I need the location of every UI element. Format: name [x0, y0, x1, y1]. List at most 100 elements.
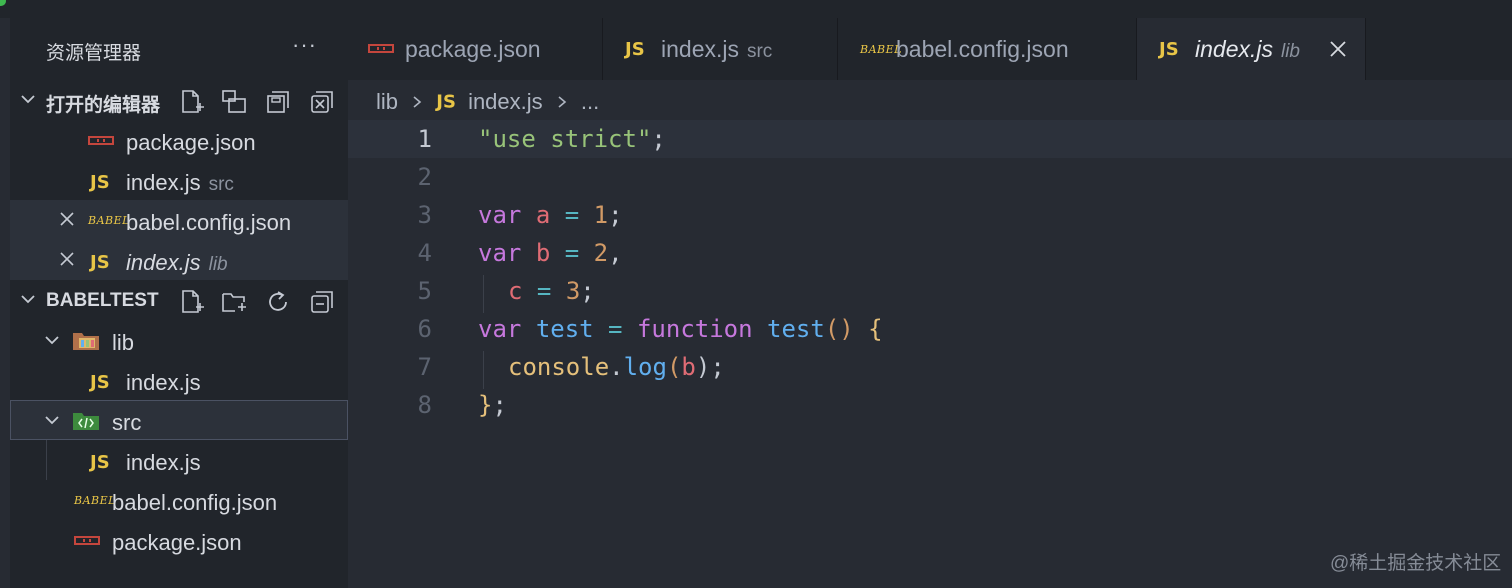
line-number: 7	[417, 353, 432, 381]
tab-description: lib	[1280, 41, 1300, 62]
tab-label: index.js	[1195, 36, 1273, 62]
code-token: ;	[580, 277, 595, 305]
close-all-editors-icon[interactable]	[308, 88, 336, 116]
tab-label: index.js	[661, 36, 739, 62]
line-number: 5	[417, 277, 432, 305]
code-token: );	[695, 353, 725, 381]
tab-index-js-src[interactable]: JS index.js src	[603, 18, 838, 80]
code-token: a	[535, 201, 551, 229]
project-label: BABELTEST	[46, 290, 159, 311]
tree-folder-lib[interactable]: lib	[10, 320, 348, 360]
open-editor-item-active[interactable]: JS index.js lib	[10, 240, 348, 280]
editor-tab-bar: package.json JS index.js src BABEL babel.…	[348, 18, 1512, 80]
tree-label: package.json	[112, 530, 242, 555]
code-token: =	[593, 315, 637, 343]
open-editor-label: package.json	[126, 130, 256, 155]
close-icon[interactable]	[58, 250, 76, 268]
line-number: 4	[417, 239, 432, 267]
code-token: c	[508, 277, 523, 305]
code-token: test	[535, 315, 594, 343]
more-actions-button[interactable]: ···	[292, 32, 317, 58]
explorer-header: 资源管理器 ···	[10, 18, 348, 80]
tab-index-js-lib-active[interactable]: JS index.js lib	[1137, 18, 1366, 80]
code-token: ,	[608, 239, 623, 267]
code-line[interactable]: 5 c = 3;	[348, 272, 1512, 310]
open-editor-item[interactable]: BABEL babel.config.json	[10, 200, 348, 240]
toggle-layout-icon[interactable]	[220, 88, 248, 116]
tree-file[interactable]: JS index.js	[10, 440, 348, 480]
new-file-icon[interactable]	[178, 288, 206, 316]
code-token: 2	[593, 239, 609, 267]
code-editor[interactable]: 1 "use strict"; 2 3 var a = 1; 4 var b =…	[348, 118, 1512, 588]
project-section[interactable]: BABELTEST	[10, 280, 348, 320]
code-line[interactable]: 1 "use strict";	[348, 120, 1512, 158]
code-token: =	[550, 239, 594, 267]
save-all-icon[interactable]	[264, 88, 292, 116]
line-number: 6	[417, 315, 432, 343]
breadcrumb: lib JS index.js ...	[376, 88, 599, 115]
tab-label: package.json	[405, 36, 541, 62]
chevron-down-icon	[21, 295, 35, 304]
code-line[interactable]: 7 console.log(b);	[348, 348, 1512, 386]
code-token: }	[478, 391, 493, 419]
collapse-all-icon[interactable]	[308, 288, 336, 316]
new-folder-icon[interactable]	[220, 288, 248, 316]
tree-label: babel.config.json	[112, 490, 278, 515]
npm-icon	[88, 136, 114, 145]
js-file-icon: JS	[436, 91, 456, 113]
code-token: var	[478, 315, 522, 343]
tree-label: index.js	[126, 450, 201, 475]
chevron-down-icon	[45, 336, 59, 345]
tree-label: src	[112, 410, 142, 435]
js-file-icon: JS	[90, 252, 110, 273]
babel-icon: BABEL	[88, 214, 130, 227]
line-number: 2	[417, 163, 432, 191]
code-token: b	[681, 353, 696, 381]
code-line[interactable]: 3 var a = 1;	[348, 196, 1512, 234]
tree-label: index.js	[126, 370, 201, 395]
tree-file[interactable]: package.json	[10, 520, 348, 560]
tree-file[interactable]: BABEL babel.config.json	[10, 480, 348, 520]
open-editors-section[interactable]: 打开的编辑器	[10, 80, 348, 120]
breadcrumb-file[interactable]: index.js	[468, 89, 543, 114]
code-line[interactable]: 2	[348, 158, 1512, 196]
new-untitled-file-icon[interactable]	[178, 88, 206, 116]
code-line[interactable]: 4 var b = 2,	[348, 234, 1512, 272]
tree-folder-src[interactable]: src	[10, 400, 348, 440]
breadcrumb-folder[interactable]: lib	[376, 89, 398, 114]
code-token: b	[535, 239, 551, 267]
code-token: ;	[492, 391, 507, 419]
code-token: var	[478, 201, 522, 229]
code-token: var	[478, 239, 522, 267]
code-line[interactable]: 6 var test = function test() {	[348, 310, 1512, 348]
code-token: 3	[565, 277, 581, 305]
chevron-right-icon	[413, 96, 422, 108]
explorer-title: 资源管理器	[46, 43, 142, 64]
code-token: ()	[824, 315, 854, 343]
code-line[interactable]: 8 };	[348, 386, 1512, 424]
code-token: =	[550, 201, 594, 229]
breadcrumb-symbols[interactable]: ...	[581, 89, 599, 114]
folder-lib-icon	[73, 333, 99, 350]
js-file-icon: JS	[90, 372, 110, 393]
close-icon[interactable]	[58, 210, 76, 228]
tab-label: babel.config.json	[896, 36, 1069, 62]
open-editor-item[interactable]: package.json	[10, 120, 348, 160]
line-number: 1	[417, 125, 432, 153]
js-file-icon: JS	[90, 452, 110, 473]
tab-package-json[interactable]: package.json	[348, 18, 603, 80]
tree-file[interactable]: JS index.js	[10, 360, 348, 400]
npm-icon	[74, 536, 100, 545]
open-editor-item[interactable]: JS index.js src	[10, 160, 348, 200]
window-control-icon[interactable]	[0, 0, 6, 6]
close-tab-icon[interactable]	[1329, 40, 1347, 58]
refresh-icon[interactable]	[264, 288, 292, 316]
folder-src-icon	[73, 413, 99, 430]
tab-babel-config[interactable]: BABEL babel.config.json	[838, 18, 1137, 80]
line-number: 3	[417, 201, 432, 229]
chevron-right-icon	[558, 96, 567, 108]
